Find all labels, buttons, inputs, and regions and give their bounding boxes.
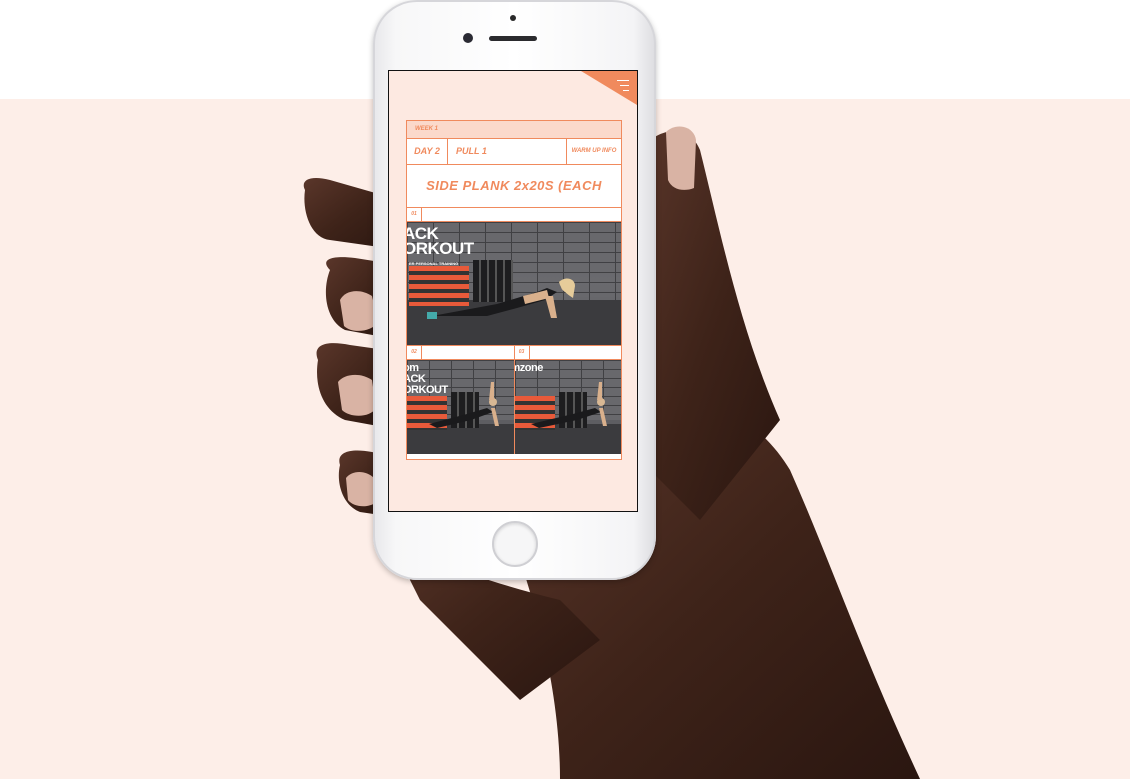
exercise-photo-pair: om ACK ORKOUT	[407, 360, 621, 454]
warmup-info-link[interactable]: WARM UP INFO	[567, 139, 621, 164]
workout-card: WEEK 1 DAY 2 PULL 1 WARM UP INFO SIDE PL…	[406, 120, 622, 460]
exercise-photo-main[interactable]: ACK ORKOUT ER PERSONAL TRAINING	[407, 222, 621, 346]
day-label: DAY 2	[407, 139, 448, 164]
front-camera	[463, 33, 473, 43]
phone-screen: WEEK 1 DAY 2 PULL 1 WARM UP INFO SIDE PL…	[388, 70, 638, 512]
week-label: WEEK 1	[407, 121, 621, 139]
phone-device: WEEK 1 DAY 2 PULL 1 WARM UP INFO SIDE PL…	[373, 0, 656, 580]
day-row: DAY 2 PULL 1 WARM UP INFO	[407, 139, 621, 165]
photo-number-row-2: 02 03	[407, 346, 621, 360]
photo-number: 03	[515, 346, 530, 359]
hamburger-menu-icon[interactable]	[617, 80, 629, 95]
athlete-side-plank-raised-arm	[429, 382, 499, 428]
session-label: PULL 1	[448, 139, 567, 164]
earpiece-speaker	[489, 36, 537, 41]
athlete-side-plank	[427, 278, 575, 319]
exercise-title: SIDE PLANK 2x20S (EACH SIDE)	[407, 165, 621, 235]
athlete-side-plank-raised-arm	[530, 382, 607, 428]
proximity-sensor	[510, 15, 516, 21]
home-button[interactable]	[492, 521, 538, 567]
photo-number: 02	[407, 346, 422, 359]
photo-number: 01	[407, 208, 422, 221]
gym-brand-sign: mzone	[513, 362, 543, 374]
gym-brand-subtitle: ER PERSONAL TRAINING	[409, 261, 459, 266]
exercise-photo-3[interactable]: mzone	[513, 360, 621, 454]
gym-brand-sign: ACK ORKOUT	[407, 224, 474, 258]
exercise-photo-2[interactable]: om ACK ORKOUT	[407, 360, 514, 454]
